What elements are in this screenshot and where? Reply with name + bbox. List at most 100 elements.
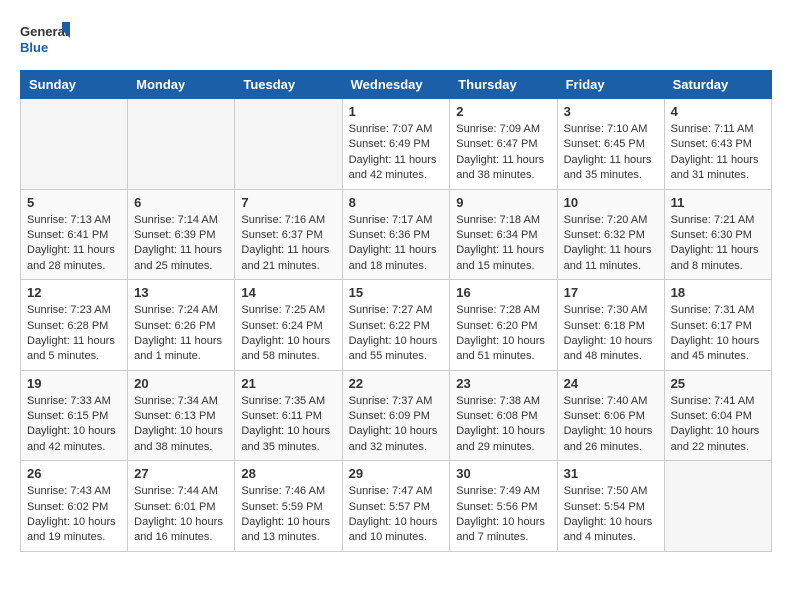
calendar-cell: 9 Sunrise: 7:18 AM Sunset: 6:34 PM Dayli…: [450, 189, 557, 280]
calendar-week-row: 1 Sunrise: 7:07 AM Sunset: 6:49 PM Dayli…: [21, 99, 772, 190]
day-number: 6: [134, 195, 228, 210]
weekday-header-monday: Monday: [128, 71, 235, 99]
calendar-cell: 4 Sunrise: 7:11 AM Sunset: 6:43 PM Dayli…: [664, 99, 771, 190]
day-number: 31: [564, 466, 658, 481]
calendar-cell: 1 Sunrise: 7:07 AM Sunset: 6:49 PM Dayli…: [342, 99, 450, 190]
calendar-week-row: 26 Sunrise: 7:43 AM Sunset: 6:02 PM Dayl…: [21, 461, 772, 552]
calendar-cell: 14 Sunrise: 7:25 AM Sunset: 6:24 PM Dayl…: [235, 280, 342, 371]
day-info: Sunrise: 7:31 AM Sunset: 6:17 PM Dayligh…: [671, 304, 760, 362]
calendar-cell: [235, 99, 342, 190]
day-number: 22: [349, 376, 444, 391]
calendar-cell: 29 Sunrise: 7:47 AM Sunset: 5:57 PM Dayl…: [342, 461, 450, 552]
day-info: Sunrise: 7:41 AM Sunset: 6:04 PM Dayligh…: [671, 395, 760, 453]
day-info: Sunrise: 7:46 AM Sunset: 5:59 PM Dayligh…: [241, 485, 330, 543]
calendar-week-row: 12 Sunrise: 7:23 AM Sunset: 6:28 PM Dayl…: [21, 280, 772, 371]
day-info: Sunrise: 7:17 AM Sunset: 6:36 PM Dayligh…: [349, 214, 437, 272]
day-info: Sunrise: 7:23 AM Sunset: 6:28 PM Dayligh…: [27, 304, 115, 362]
day-number: 21: [241, 376, 335, 391]
calendar-header-row: SundayMondayTuesdayWednesdayThursdayFrid…: [21, 71, 772, 99]
day-number: 27: [134, 466, 228, 481]
calendar-cell: 7 Sunrise: 7:16 AM Sunset: 6:37 PM Dayli…: [235, 189, 342, 280]
day-info: Sunrise: 7:47 AM Sunset: 5:57 PM Dayligh…: [349, 485, 438, 543]
day-number: 29: [349, 466, 444, 481]
day-number: 30: [456, 466, 550, 481]
day-number: 5: [27, 195, 121, 210]
day-number: 18: [671, 285, 765, 300]
calendar-cell: 11 Sunrise: 7:21 AM Sunset: 6:30 PM Dayl…: [664, 189, 771, 280]
calendar-cell: 12 Sunrise: 7:23 AM Sunset: 6:28 PM Dayl…: [21, 280, 128, 371]
day-number: 25: [671, 376, 765, 391]
logo: General Blue: [20, 20, 70, 60]
day-info: Sunrise: 7:13 AM Sunset: 6:41 PM Dayligh…: [27, 214, 115, 272]
day-info: Sunrise: 7:44 AM Sunset: 6:01 PM Dayligh…: [134, 485, 223, 543]
day-info: Sunrise: 7:27 AM Sunset: 6:22 PM Dayligh…: [349, 304, 438, 362]
day-info: Sunrise: 7:28 AM Sunset: 6:20 PM Dayligh…: [456, 304, 545, 362]
calendar-cell: 16 Sunrise: 7:28 AM Sunset: 6:20 PM Dayl…: [450, 280, 557, 371]
calendar-cell: 27 Sunrise: 7:44 AM Sunset: 6:01 PM Dayl…: [128, 461, 235, 552]
calendar-cell: 31 Sunrise: 7:50 AM Sunset: 5:54 PM Dayl…: [557, 461, 664, 552]
day-info: Sunrise: 7:09 AM Sunset: 6:47 PM Dayligh…: [456, 123, 544, 181]
calendar-table: SundayMondayTuesdayWednesdayThursdayFrid…: [20, 70, 772, 552]
calendar-cell: 19 Sunrise: 7:33 AM Sunset: 6:15 PM Dayl…: [21, 370, 128, 461]
day-info: Sunrise: 7:33 AM Sunset: 6:15 PM Dayligh…: [27, 395, 116, 453]
day-info: Sunrise: 7:18 AM Sunset: 6:34 PM Dayligh…: [456, 214, 544, 272]
day-info: Sunrise: 7:10 AM Sunset: 6:45 PM Dayligh…: [564, 123, 652, 181]
day-info: Sunrise: 7:49 AM Sunset: 5:56 PM Dayligh…: [456, 485, 545, 543]
day-number: 3: [564, 104, 658, 119]
day-info: Sunrise: 7:37 AM Sunset: 6:09 PM Dayligh…: [349, 395, 438, 453]
calendar-cell: [21, 99, 128, 190]
calendar-cell: 8 Sunrise: 7:17 AM Sunset: 6:36 PM Dayli…: [342, 189, 450, 280]
calendar-cell: 20 Sunrise: 7:34 AM Sunset: 6:13 PM Dayl…: [128, 370, 235, 461]
calendar-week-row: 5 Sunrise: 7:13 AM Sunset: 6:41 PM Dayli…: [21, 189, 772, 280]
logo-svg: General Blue: [20, 20, 70, 60]
calendar-cell: 30 Sunrise: 7:49 AM Sunset: 5:56 PM Dayl…: [450, 461, 557, 552]
day-number: 15: [349, 285, 444, 300]
calendar-cell: 5 Sunrise: 7:13 AM Sunset: 6:41 PM Dayli…: [21, 189, 128, 280]
day-info: Sunrise: 7:11 AM Sunset: 6:43 PM Dayligh…: [671, 123, 759, 181]
calendar-cell: 6 Sunrise: 7:14 AM Sunset: 6:39 PM Dayli…: [128, 189, 235, 280]
day-number: 14: [241, 285, 335, 300]
calendar-cell: 28 Sunrise: 7:46 AM Sunset: 5:59 PM Dayl…: [235, 461, 342, 552]
day-info: Sunrise: 7:24 AM Sunset: 6:26 PM Dayligh…: [134, 304, 222, 362]
day-number: 1: [349, 104, 444, 119]
day-number: 19: [27, 376, 121, 391]
calendar-cell: 23 Sunrise: 7:38 AM Sunset: 6:08 PM Dayl…: [450, 370, 557, 461]
calendar-cell: 26 Sunrise: 7:43 AM Sunset: 6:02 PM Dayl…: [21, 461, 128, 552]
day-number: 26: [27, 466, 121, 481]
calendar-cell: 3 Sunrise: 7:10 AM Sunset: 6:45 PM Dayli…: [557, 99, 664, 190]
day-info: Sunrise: 7:38 AM Sunset: 6:08 PM Dayligh…: [456, 395, 545, 453]
calendar-cell: 2 Sunrise: 7:09 AM Sunset: 6:47 PM Dayli…: [450, 99, 557, 190]
day-info: Sunrise: 7:07 AM Sunset: 6:49 PM Dayligh…: [349, 123, 437, 181]
day-info: Sunrise: 7:43 AM Sunset: 6:02 PM Dayligh…: [27, 485, 116, 543]
day-number: 13: [134, 285, 228, 300]
calendar-cell: 13 Sunrise: 7:24 AM Sunset: 6:26 PM Dayl…: [128, 280, 235, 371]
weekday-header-saturday: Saturday: [664, 71, 771, 99]
calendar-week-row: 19 Sunrise: 7:33 AM Sunset: 6:15 PM Dayl…: [21, 370, 772, 461]
calendar-cell: 25 Sunrise: 7:41 AM Sunset: 6:04 PM Dayl…: [664, 370, 771, 461]
calendar-cell: 21 Sunrise: 7:35 AM Sunset: 6:11 PM Dayl…: [235, 370, 342, 461]
day-info: Sunrise: 7:34 AM Sunset: 6:13 PM Dayligh…: [134, 395, 223, 453]
day-number: 28: [241, 466, 335, 481]
day-info: Sunrise: 7:25 AM Sunset: 6:24 PM Dayligh…: [241, 304, 330, 362]
day-number: 12: [27, 285, 121, 300]
day-info: Sunrise: 7:35 AM Sunset: 6:11 PM Dayligh…: [241, 395, 330, 453]
day-number: 8: [349, 195, 444, 210]
day-number: 16: [456, 285, 550, 300]
day-number: 10: [564, 195, 658, 210]
calendar-cell: 22 Sunrise: 7:37 AM Sunset: 6:09 PM Dayl…: [342, 370, 450, 461]
day-number: 9: [456, 195, 550, 210]
day-info: Sunrise: 7:14 AM Sunset: 6:39 PM Dayligh…: [134, 214, 222, 272]
day-info: Sunrise: 7:30 AM Sunset: 6:18 PM Dayligh…: [564, 304, 653, 362]
day-number: 4: [671, 104, 765, 119]
day-number: 24: [564, 376, 658, 391]
day-number: 2: [456, 104, 550, 119]
day-number: 20: [134, 376, 228, 391]
calendar-cell: [664, 461, 771, 552]
calendar-cell: 15 Sunrise: 7:27 AM Sunset: 6:22 PM Dayl…: [342, 280, 450, 371]
weekday-header-tuesday: Tuesday: [235, 71, 342, 99]
day-number: 17: [564, 285, 658, 300]
day-info: Sunrise: 7:20 AM Sunset: 6:32 PM Dayligh…: [564, 214, 652, 272]
calendar-cell: 24 Sunrise: 7:40 AM Sunset: 6:06 PM Dayl…: [557, 370, 664, 461]
weekday-header-sunday: Sunday: [21, 71, 128, 99]
calendar-cell: [128, 99, 235, 190]
